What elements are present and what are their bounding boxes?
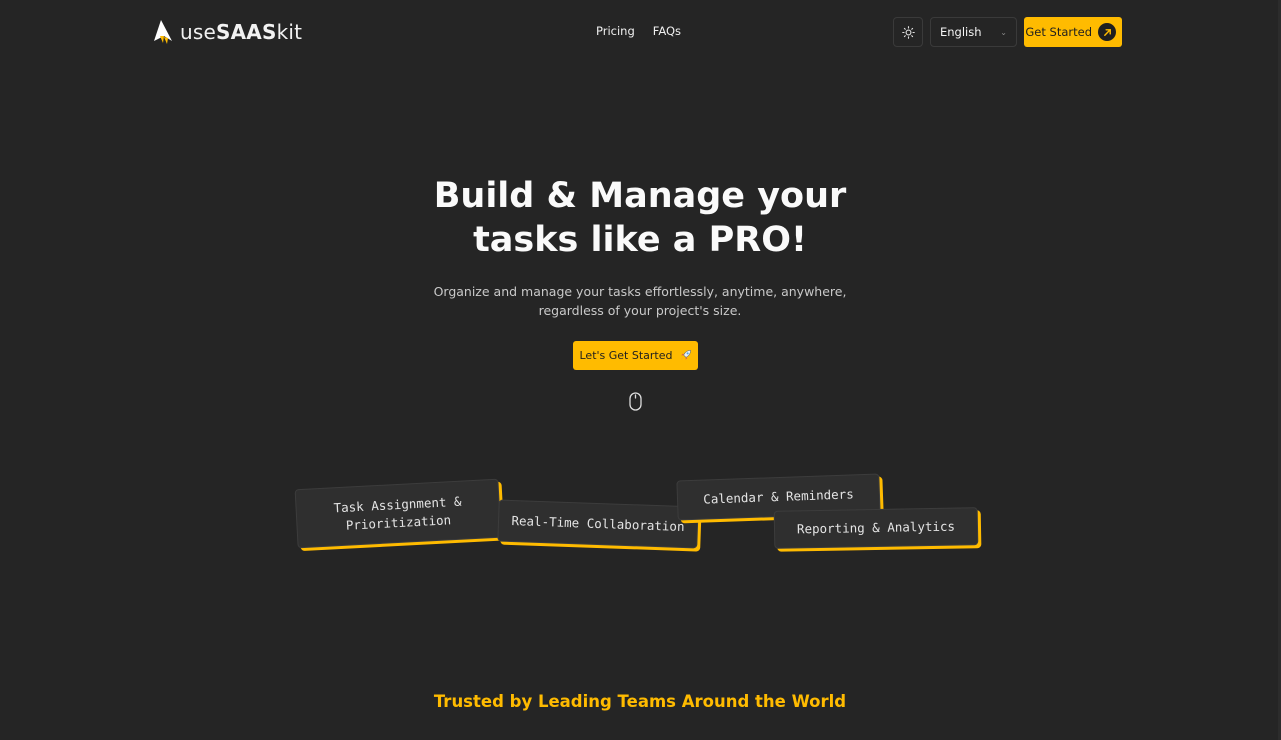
feature-label: Calendar & Reminders — [703, 486, 854, 507]
logo-suffix: kit — [276, 20, 303, 44]
sun-icon — [901, 25, 915, 39]
mouse-scroll-icon[interactable] — [629, 392, 642, 411]
arrow-up-right-icon — [1098, 23, 1116, 41]
feature-label: Real-Time Collaboration — [511, 512, 685, 535]
logo[interactable]: useSAASkit — [152, 19, 302, 45]
logo-bold: SAAS — [216, 20, 277, 44]
get-started-button[interactable]: Get Started — [1024, 17, 1122, 47]
nav-faqs[interactable]: FAQs — [653, 24, 681, 38]
feature-label: Reporting & Analytics — [796, 518, 956, 537]
get-started-label: Get Started — [1025, 25, 1092, 39]
logo-prefix: use — [180, 20, 217, 44]
hero-title-line1: Build & Manage your — [433, 176, 847, 216]
chevron-down-icon: ⌄ — [1000, 27, 1007, 37]
trusted-heading: Trusted by Leading Teams Around the Worl… — [433, 692, 847, 711]
cta-label: Let's Get Started — [579, 349, 673, 362]
theme-toggle-button[interactable] — [893, 17, 923, 47]
logo-text: useSAASkit — [180, 20, 302, 44]
feature-tag-reporting-analytics: Reporting & Analytics — [773, 507, 979, 549]
rocket-icon — [680, 350, 691, 361]
main-nav: Pricing FAQs — [596, 24, 681, 38]
feature-tag-task-assignment: Task Assignment & Prioritization — [294, 478, 502, 549]
hero-title: Build & Manage your tasks like a PRO! — [340, 174, 940, 262]
feature-tag-real-time-collaboration: Real-Time Collaboration — [497, 499, 699, 549]
nav-pricing[interactable]: Pricing — [596, 24, 635, 38]
hero-title-line2: tasks like a PRO! — [473, 220, 807, 260]
rocket-logo-icon — [154, 20, 172, 44]
lets-get-started-button[interactable]: Let's Get Started — [573, 341, 698, 370]
language-selected: English — [940, 25, 982, 39]
feature-label: Task Assignment & Prioritization — [333, 493, 462, 533]
site-header: useSAASkit Pricing FAQs English ⌄ Get St… — [0, 0, 1281, 64]
hero-subtitle: Organize and manage your tasks effortles… — [433, 284, 847, 318]
language-select[interactable]: English ⌄ — [930, 17, 1017, 47]
